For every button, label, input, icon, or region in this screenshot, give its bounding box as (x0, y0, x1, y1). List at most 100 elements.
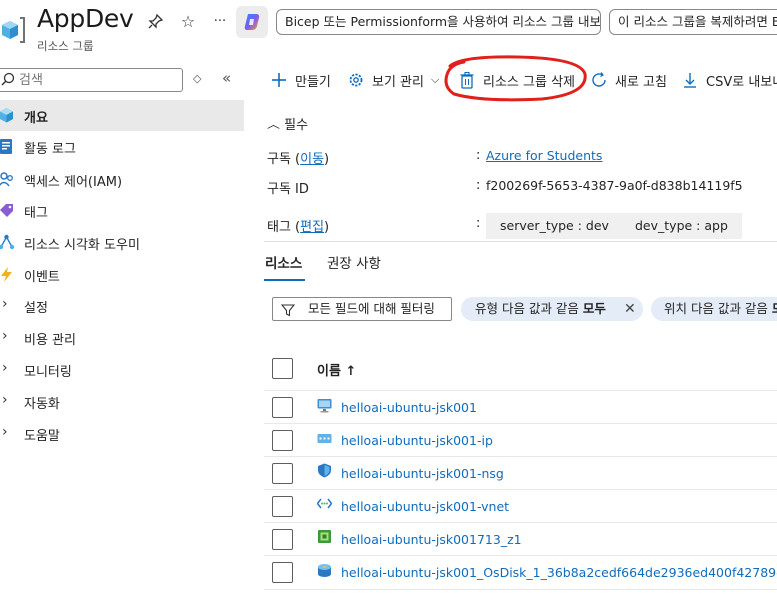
sidebar-item-help[interactable]: › 도움말 (0, 418, 244, 449)
sidebar-item-label: 설정 (24, 301, 48, 316)
resource-link[interactable]: helloai-ubuntu-jsk001-vnet (341, 499, 509, 514)
filter-icon (280, 302, 296, 324)
sidebar-item-cost-management[interactable]: › 비용 관리 (0, 322, 244, 353)
visualizer-icon (0, 234, 15, 251)
resource-link[interactable]: helloai-ubuntu-jsk001 (341, 400, 477, 415)
filter-chip-value: 모두 (582, 301, 606, 316)
star-icon[interactable]: ☆ (177, 10, 199, 32)
row-divider (264, 555, 777, 556)
column-header-name[interactable]: 이름 ↑ (317, 360, 356, 379)
refresh-button[interactable]: 새로 고침 (590, 70, 667, 90)
sidebar-item-automation[interactable]: › 자동화 (0, 386, 244, 417)
cube-icon (0, 107, 15, 124)
resource-group-icon (0, 14, 26, 46)
row-checkbox[interactable] (272, 529, 293, 550)
more-icon[interactable]: ··· (209, 10, 231, 32)
subscription-label-end: ) (324, 152, 330, 167)
filter-chip-prefix: 위치 다음 값과 같음 (664, 301, 768, 316)
chevron-right-icon: › (2, 360, 8, 376)
pin-icon[interactable] (145, 10, 167, 32)
manage-view-button[interactable]: 보기 관리 ⌵ (347, 70, 439, 90)
search-input[interactable] (19, 71, 169, 89)
public-ip-icon (317, 431, 332, 446)
tag-chip[interactable]: dev_type : app (621, 213, 742, 239)
copilot-icon[interactable] (236, 6, 268, 38)
select-all-checkbox[interactable] (272, 358, 293, 379)
sidebar-item-label: 모니터링 (24, 365, 72, 380)
tags-edit-link[interactable]: 편집 (300, 220, 324, 235)
suggestion-clone-group[interactable]: 이 리소스 그룹을 복제하려면 Bic (609, 9, 777, 35)
row-checkbox[interactable] (272, 430, 293, 451)
sidebar-item-monitoring[interactable]: › 모니터링 (0, 354, 244, 385)
tab-recommendations[interactable]: 권장 사항 (327, 252, 381, 272)
suggestion-export-bicep[interactable]: Bicep 또는 Permissionform을 사용하여 리소스 그룹 내보내… (276, 9, 601, 35)
subscription-move-link[interactable]: 이동 (300, 152, 324, 167)
filter-chip-prefix: 유형 다음 값과 같음 (475, 301, 579, 316)
create-button[interactable]: 만들기 (270, 70, 331, 90)
sidebar-item-label: 도움말 (24, 429, 60, 444)
sidebar-item-resource-visualizer[interactable]: 리소스 시각화 도우미 (0, 227, 244, 258)
essentials-toggle[interactable]: ︿ 필수 (267, 114, 308, 133)
filter-input[interactable]: 모든 필드에 대해 필터링 (272, 297, 452, 321)
row-checkbox[interactable] (272, 496, 293, 517)
close-icon[interactable]: ✕ (624, 297, 636, 321)
chevron-down-icon: ⌵ (430, 73, 440, 86)
page-subtitle: 리소스 그룹 (37, 39, 94, 53)
essentials-label: 필수 (284, 118, 309, 133)
chevron-right-icon: › (2, 392, 8, 408)
sidebar-search[interactable] (0, 68, 183, 92)
sidebar-item-label: 비용 관리 (24, 333, 76, 348)
nic-icon (317, 529, 332, 544)
row-checkbox[interactable] (272, 397, 293, 418)
filter-chip-type[interactable]: 유형 다음 값과 같음 모두 ✕ (461, 297, 643, 321)
activity-log-icon (0, 138, 15, 155)
subscription-label: 구독 (이동) (267, 148, 329, 167)
colon: : (476, 216, 481, 231)
row-checkbox[interactable] (272, 562, 293, 583)
filter-chip-location[interactable]: 위치 다음 값과 같음 모 (651, 297, 777, 321)
divider (264, 241, 777, 242)
create-label: 만들기 (295, 74, 331, 90)
row-divider (264, 589, 777, 590)
colon: : (476, 148, 481, 163)
sidebar-item-settings[interactable]: › 설정 (0, 290, 244, 321)
sidebar-item-activity-log[interactable]: 활동 로그 (0, 131, 244, 162)
resource-link[interactable]: helloai-ubuntu-jsk001_OsDisk_1_36b8a2ced… (341, 565, 777, 580)
vnet-icon (316, 496, 333, 511)
resource-link[interactable]: helloai-ubuntu-jsk001-ip (341, 433, 493, 448)
refresh-icon (590, 71, 608, 89)
colon: : (476, 178, 481, 193)
sidebar-item-iam[interactable]: 액세스 제어(IAM) (0, 164, 244, 195)
subscription-link[interactable]: Azure for Students (486, 148, 602, 163)
tags-label-end: ) (324, 220, 330, 235)
collapse-sidebar-icon[interactable]: « (222, 69, 231, 87)
resource-link[interactable]: helloai-ubuntu-jsk001713_z1 (341, 532, 522, 547)
row-divider (264, 423, 777, 424)
sidebar-item-tags[interactable]: 태그 (0, 195, 244, 226)
tags-label-text: 태그 ( (267, 220, 301, 235)
people-icon (0, 171, 15, 188)
export-csv-button[interactable]: CSV로 내보내 (681, 70, 777, 90)
row-divider (264, 456, 777, 457)
resource-link[interactable]: helloai-ubuntu-jsk001-nsg (341, 466, 504, 481)
chevron-right-icon: › (2, 328, 8, 344)
tags-label: 태그 (편집) (267, 216, 329, 235)
sidebar-item-label: 활동 로그 (24, 142, 76, 157)
tag-chip[interactable]: server_type : dev (486, 213, 623, 239)
sidebar-item-overview[interactable]: 개요 (0, 100, 244, 131)
annotation-circle (444, 55, 587, 102)
sort-toggle-icon[interactable]: ◇ (193, 72, 201, 85)
vm-icon (317, 398, 332, 413)
tab-resources[interactable]: 리소스 (265, 252, 302, 272)
download-icon (681, 71, 699, 89)
search-icon (1, 72, 15, 90)
gear-icon (347, 71, 365, 89)
tag-icon (0, 202, 15, 219)
row-checkbox[interactable] (272, 463, 293, 484)
chevron-right-icon: › (2, 296, 8, 312)
refresh-label: 새로 고침 (615, 74, 667, 90)
sidebar-item-events[interactable]: 이벤트 (0, 259, 244, 290)
plus-icon (270, 71, 288, 89)
sidebar-item-label: 이벤트 (24, 270, 60, 285)
tab-underline (264, 279, 305, 281)
